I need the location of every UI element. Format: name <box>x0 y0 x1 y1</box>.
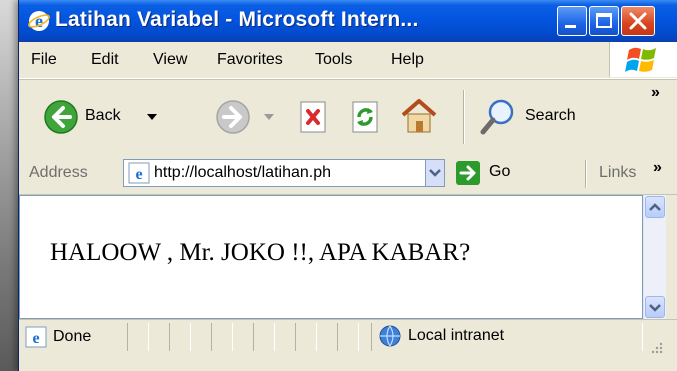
menu-tools[interactable]: Tools <box>315 51 352 69</box>
svg-text:e: e <box>35 11 43 31</box>
address-bar: Address e http://localhost/latihan.ph Go… <box>19 154 677 195</box>
page-ie-icon: e <box>128 162 150 184</box>
address-input[interactable]: e http://localhost/latihan.ph <box>123 159 436 187</box>
svg-text:e: e <box>32 330 39 347</box>
maximize-button[interactable] <box>589 6 619 36</box>
links-overflow-chevron[interactable]: » <box>653 159 662 177</box>
chevron-down-icon <box>649 304 661 312</box>
forward-dropdown-icon[interactable] <box>263 112 275 122</box>
stop-icon[interactable] <box>297 99 333 135</box>
back-button[interactable]: Back <box>31 98 171 136</box>
links-button[interactable]: Links <box>599 164 636 182</box>
menu-view[interactable]: View <box>153 51 187 69</box>
chevron-down-icon <box>429 169 441 177</box>
go-arrow-icon <box>456 161 480 185</box>
menu-help[interactable]: Help <box>391 51 424 69</box>
go-label: Go <box>489 163 511 180</box>
browser-window: e Latihan Variabel - Microsoft Intern...… <box>18 0 677 371</box>
back-label: Back <box>85 107 121 124</box>
window-title: Latihan Variabel - Microsoft Intern... <box>55 8 419 31</box>
close-button[interactable] <box>621 6 655 36</box>
close-icon <box>629 12 647 30</box>
back-arrow-icon <box>44 100 78 134</box>
svg-text:e: e <box>135 166 142 183</box>
address-separator <box>585 160 587 188</box>
toolbar-separator <box>463 90 465 144</box>
scroll-up-button[interactable] <box>645 196 665 218</box>
refresh-icon[interactable] <box>349 99 385 135</box>
status-text: Done <box>53 328 92 345</box>
search-button[interactable]: Search <box>477 96 627 138</box>
minimize-icon <box>565 25 576 28</box>
zone-text: Local intranet <box>408 327 505 344</box>
menu-bar: File Edit View Favorites Tools Help <box>19 42 677 79</box>
page-content: HALOOW , Mr. JOKO !!, APA KABAR? <box>19 195 643 319</box>
scroll-down-button[interactable] <box>645 296 665 318</box>
menu-file[interactable]: File <box>31 51 57 69</box>
address-label: Address <box>29 164 88 181</box>
address-url: http://localhost/latihan.ph <box>154 164 332 181</box>
status-segment <box>253 323 275 351</box>
status-segment <box>295 323 317 351</box>
status-segment <box>337 323 359 351</box>
back-dropdown-icon[interactable] <box>146 112 158 122</box>
vertical-scrollbar[interactable] <box>643 195 666 319</box>
page-done-icon: e <box>25 326 47 348</box>
title-bar[interactable]: e Latihan Variabel - Microsoft Intern... <box>19 0 677 42</box>
chevron-up-icon <box>649 203 661 211</box>
address-dropdown-button[interactable] <box>425 159 445 187</box>
menu-favorites[interactable]: Favorites <box>217 51 283 69</box>
desktop-background: e Latihan Variabel - Microsoft Intern...… <box>0 0 677 371</box>
minimize-button[interactable] <box>557 6 587 36</box>
home-icon[interactable] <box>399 97 439 135</box>
windows-logo-area <box>609 42 677 77</box>
status-segment <box>169 323 191 351</box>
menu-edit[interactable]: Edit <box>91 51 119 69</box>
forward-arrow-icon <box>216 100 250 134</box>
search-icon <box>480 99 514 135</box>
local-intranet-icon <box>379 325 401 347</box>
go-button[interactable]: Go <box>455 159 529 187</box>
status-segment <box>211 323 233 351</box>
toolbar-overflow-chevron[interactable]: » <box>651 84 660 102</box>
security-zone-segment: Local intranet <box>371 323 643 351</box>
status-bar: e Done Local intranet <box>19 319 677 371</box>
maximize-icon <box>596 13 612 28</box>
forward-button[interactable] <box>215 98 295 136</box>
resize-grip-icon[interactable] <box>649 340 663 354</box>
windows-flag-icon <box>625 47 656 72</box>
search-label: Search <box>525 107 576 124</box>
standard-toolbar: Back Search » <box>19 79 677 155</box>
status-segment <box>127 323 149 351</box>
page-text: HALOOW , Mr. JOKO !!, APA KABAR? <box>50 239 471 266</box>
ie-logo-icon: e <box>28 11 50 31</box>
